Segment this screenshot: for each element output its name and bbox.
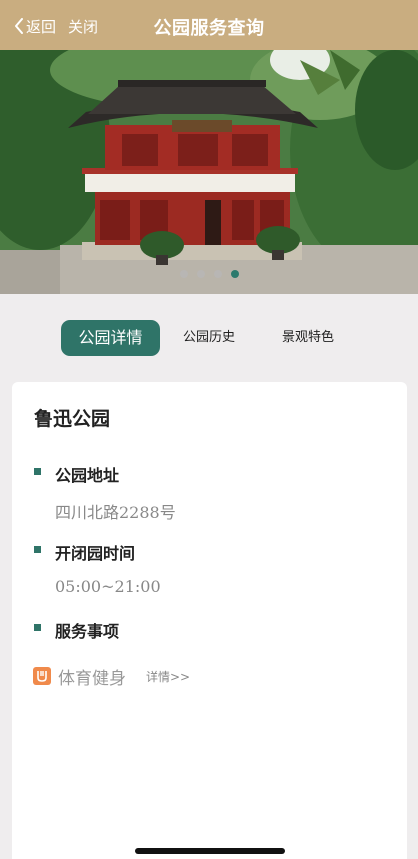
fitness-icon — [33, 667, 51, 685]
service-item: 体育健身 详情>> — [33, 665, 190, 689]
tab-landscape-features[interactable]: 景观特色 — [268, 320, 348, 356]
section-marker — [34, 468, 41, 475]
page-title: 公园服务查询 — [153, 18, 265, 39]
detail-tabs: 公园详情 公园历史 景观特色 — [0, 320, 418, 356]
section-marker — [34, 546, 41, 553]
services-title: 服务事项 — [55, 622, 120, 641]
app-header: 返回 关闭 公园服务查询 — [0, 0, 418, 50]
photo-carousel[interactable] — [0, 50, 418, 294]
carousel-dot[interactable] — [196, 270, 205, 278]
address-value: 四川北路2288号 — [55, 503, 176, 522]
hours-title: 开闭园时间 — [55, 544, 136, 563]
park-name: 鲁迅公园 — [34, 408, 111, 430]
carousel-dot-active[interactable] — [230, 270, 239, 278]
carousel-indicator — [0, 270, 418, 278]
section-marker — [34, 624, 41, 631]
hours-value: 05:00~21:00 — [55, 577, 161, 596]
pavilion-photo — [0, 50, 418, 294]
carousel-dot[interactable] — [179, 270, 188, 278]
service-details-link[interactable]: 详情>> — [146, 668, 190, 685]
service-label: 体育健身 — [58, 668, 126, 689]
park-info-card: 鲁迅公园 公园地址 四川北路2288号 开闭园时间 05:00~21:00 服务… — [12, 382, 407, 859]
address-title: 公园地址 — [55, 466, 120, 485]
carousel-dot[interactable] — [213, 270, 222, 278]
tab-park-details[interactable]: 公园详情 — [61, 320, 160, 356]
tab-park-history[interactable]: 公园历史 — [170, 320, 248, 356]
home-indicator — [135, 848, 285, 854]
